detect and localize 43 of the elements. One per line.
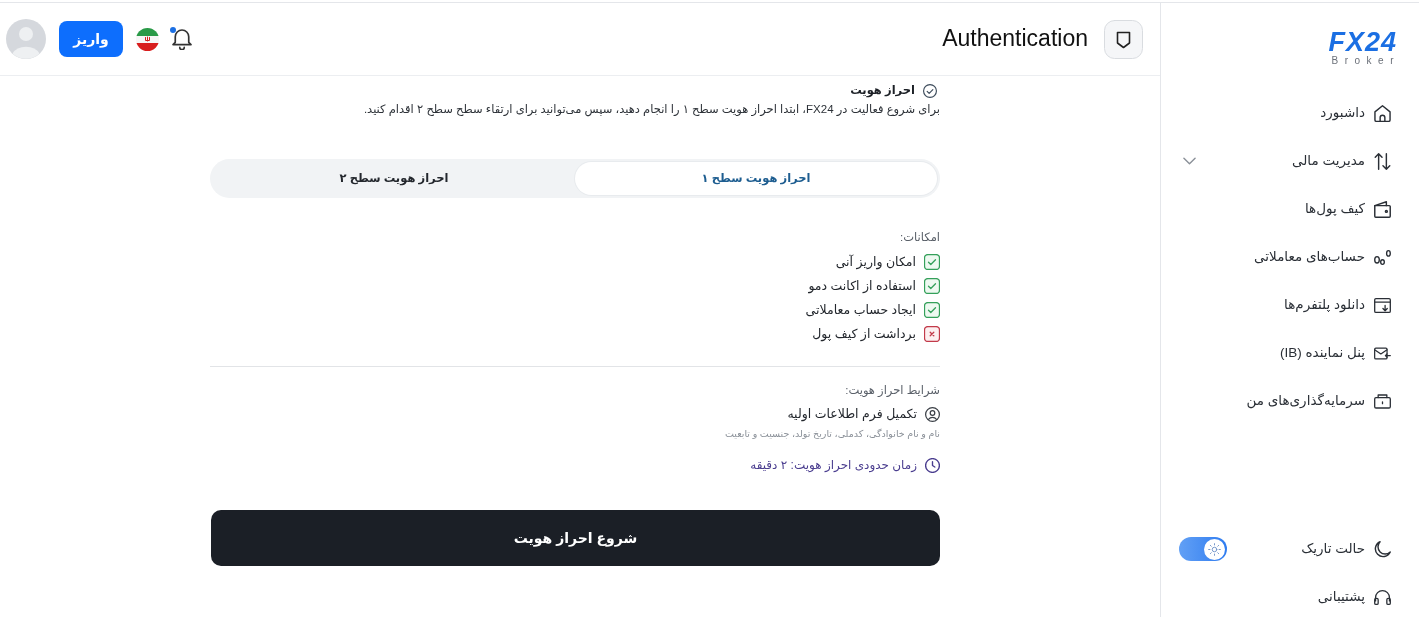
home-icon — [1374, 104, 1391, 122]
circles-icon — [1374, 248, 1391, 266]
feature-label: امکان واریز آنی — [835, 253, 916, 272]
headphones-icon — [1374, 588, 1391, 606]
section-heading: امکانات: — [899, 230, 940, 245]
level-tab[interactable]: احراز هویت سطح ۲ — [213, 162, 575, 195]
requirement-title: تکمیل فرم اطلاعات اولیه — [787, 405, 917, 424]
section-heading: شرایط احراز هویت: — [844, 383, 940, 399]
feature-label: ایجاد حساب معاملاتی — [805, 301, 916, 319]
logo-wordmark: FX24 — [1328, 29, 1398, 55]
section-title: احراز هویت — [850, 83, 915, 100]
sidebar-item[interactable]: دانلود پلتفرم‌ها — [1161, 281, 1419, 329]
start-verification-button[interactable]: شروع احراز هویت — [211, 510, 940, 566]
shield-icon — [1104, 19, 1143, 59]
sidebar-item[interactable]: داشبورد — [1161, 89, 1419, 137]
sidebar-item[interactable]: سرمایه‌گذاری‌های من — [1161, 377, 1419, 425]
deposit-button[interactable]: واریز — [59, 21, 123, 57]
flag-icon[interactable] — [136, 27, 159, 51]
sort-arrows-icon — [1374, 152, 1391, 170]
bell-icon[interactable] — [172, 28, 192, 50]
feature-label: استفاده از اکانت دمو — [808, 277, 916, 296]
setting-label: حالت تاریک — [1301, 539, 1365, 558]
feature-label: برداشت از کیف پول — [812, 325, 916, 344]
moon-icon — [1374, 540, 1391, 558]
sidebar-item[interactable]: مدیریت مالی — [1161, 137, 1419, 185]
intro-text: برای شروع فعالیت در FX24، ابتدا احراز هویت سطح ۱ را انجام دهید، سپس می‌توانید برای ارتقاء سطح سطح ۲ اقدام کنید. — [362, 102, 940, 118]
sidebar-item[interactable]: حساب‌های معاملاتی — [1161, 233, 1419, 281]
sidebar-item[interactable]: پشتیبانی — [1161, 577, 1419, 617]
dark-mode-toggle[interactable] — [1179, 537, 1227, 561]
duration-text: زمان حدودی احراز هویت: ۲ دقیقه — [750, 457, 917, 474]
sun-icon — [1208, 542, 1221, 556]
wallet-icon — [1374, 200, 1391, 218]
level-tab[interactable]: احراز هویت سطح ۱ — [575, 162, 937, 195]
sidebar-item[interactable]: کیف پول‌ها — [1161, 185, 1419, 233]
briefcase-icon — [1374, 392, 1391, 410]
requirement-detail: نام و نام خانوادگی، کدملی، تاریخ تولد، جنسیت و تابعیت — [724, 427, 940, 441]
user-circle-icon — [925, 406, 940, 422]
window-download-icon — [1374, 296, 1391, 314]
logo-tagline: Broker — [1330, 55, 1400, 67]
check-circle-icon — [923, 84, 937, 98]
sidebar-item[interactable]: پنل نماینده (IB) — [1161, 329, 1419, 377]
clock-icon — [925, 457, 940, 473]
page-title: Authentication — [942, 25, 1088, 53]
